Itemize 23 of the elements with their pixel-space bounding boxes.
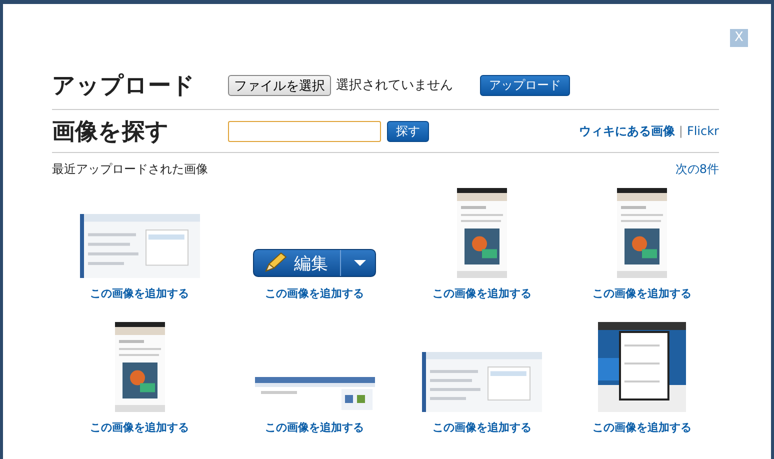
- choose-file-button[interactable]: ファイルを選択: [228, 74, 331, 96]
- add-image-link[interactable]: この画像を追加する: [592, 420, 692, 435]
- next-page-link[interactable]: 次の8件: [675, 161, 719, 178]
- pencil-icon: [262, 251, 288, 275]
- separator: |: [678, 124, 683, 138]
- search-field[interactable]: [228, 120, 381, 142]
- add-image-link[interactable]: この画像を追加する: [432, 286, 532, 301]
- add-image-link[interactable]: この画像を追加する: [592, 286, 692, 301]
- file-status: 選択されていません: [336, 77, 454, 94]
- upload-button[interactable]: アップロード: [480, 74, 570, 96]
- source-link[interactable]: ウィキにある画像: [578, 122, 675, 140]
- section-title: 最近アップロードされた画像: [52, 161, 208, 178]
- add-image-link[interactable]: この画像を追加する: [265, 420, 364, 435]
- source-link[interactable]: Flickr: [686, 124, 719, 138]
- upload-heading: アップロード: [52, 72, 196, 100]
- edit-label: 編集: [294, 252, 328, 274]
- add-image-link[interactable]: この画像を追加する: [90, 286, 189, 301]
- caret-icon: [353, 259, 367, 267]
- add-image-link[interactable]: この画像を追加する: [90, 420, 189, 435]
- search-button[interactable]: 探す: [387, 120, 429, 142]
- add-image-link[interactable]: この画像を追加する: [432, 420, 532, 435]
- add-image-link[interactable]: この画像を追加する: [265, 286, 364, 301]
- search-heading: 画像を探す: [52, 118, 170, 146]
